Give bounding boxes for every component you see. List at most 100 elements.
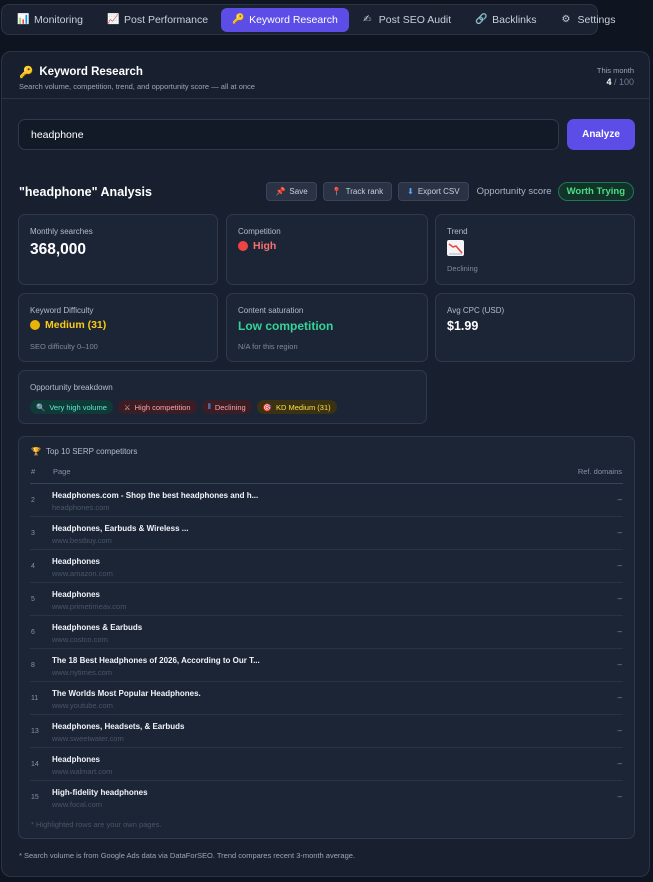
page-url: www.sweetwater.com <box>52 734 124 743</box>
cpc-value: $1.99 <box>447 319 479 333</box>
page-title-link[interactable]: Headphones, Earbuds & Wireless ... <box>52 524 188 533</box>
main-tabs: 📊 Monitoring 📈 Post Performance 🔑 Keyword Res… <box>1 4 615 35</box>
opportunity-label: Opportunity score <box>476 186 552 197</box>
page-title-link[interactable]: Headphones, Headsets, & Earbuds <box>52 722 184 731</box>
export-csv-button[interactable]: ⬇ Export CSV <box>398 182 469 201</box>
table-row[interactable]: 6 Headphones & Earbuds www.costco.com – <box>30 616 623 649</box>
tab-label: Post Performance <box>124 13 209 26</box>
ref-domains-value: – <box>617 792 622 801</box>
table-row[interactable]: 14 Headphones www.walmart.com – <box>30 748 623 781</box>
competition-label: Competition <box>238 227 281 236</box>
page-url: www.primetimeav.com <box>52 602 127 611</box>
gear-icon: ⚙ <box>561 14 571 25</box>
table-row[interactable]: 8 The 18 Best Headphones of 2026, Accordi… <box>30 649 623 682</box>
quota-label: This month <box>596 66 634 75</box>
track-rank-button[interactable]: 📍 Track rank <box>322 182 393 201</box>
tab-post-seo-audit[interactable]: ✍ Post SEO Audit <box>351 8 462 32</box>
download-icon: ⬇ <box>407 187 414 196</box>
quota-value: 4 / 100 <box>597 77 634 87</box>
table-row[interactable]: 3 Headphones, Earbuds & Wireless ... www.b… <box>30 517 623 550</box>
page-title-link[interactable]: The Worlds Most Popular Headphones. <box>52 689 201 698</box>
table-row[interactable]: 4 Headphones www.amazon.com – <box>30 550 623 583</box>
col-header-rank: # <box>31 467 36 476</box>
chip-kd: 🎯 KD Medium (31) <box>256 400 337 414</box>
chart-decreasing-icon <box>447 240 464 256</box>
monthly-searches-label: Monthly searches <box>30 227 93 236</box>
tab-label: Settings <box>577 13 616 26</box>
chip-volume: 🔍 Very high volume <box>30 400 113 414</box>
keyword-search-input[interactable]: headphone <box>18 119 559 150</box>
chip-competition: ⚔ High competition <box>117 400 197 414</box>
trophy-icon: 🏆 <box>31 447 41 456</box>
ref-domains-value: – <box>617 627 622 636</box>
export-csv-button-label: Export CSV <box>417 187 460 196</box>
page-title-link[interactable]: Headphones <box>52 557 100 566</box>
ref-domains-value: – <box>617 660 622 669</box>
quota-used: 4 <box>606 77 612 87</box>
page-url: www.focal.com <box>52 800 103 809</box>
kd-value-text: Medium (31) <box>45 319 107 331</box>
key-icon: 🔑 <box>19 67 34 79</box>
rank-number: 13 <box>31 728 39 735</box>
tab-label: Monitoring <box>34 13 84 26</box>
page-title-link[interactable]: Headphones.com - Shop the best headphone… <box>52 491 258 500</box>
serp-title: 🏆 Top 10 SERP competitors <box>31 447 137 456</box>
page-url: www.youtube.com <box>52 701 113 710</box>
chip-kd-text: KD Medium (31) <box>276 402 331 412</box>
rank-number: 5 <box>31 596 35 603</box>
location-pin-icon: 📍 <box>331 187 342 196</box>
tab-label: Keyword Research <box>249 13 338 26</box>
keyword-difficulty-card: Keyword Difficulty Medium (31) SEO diffi… <box>18 293 218 362</box>
tab-label: Backlinks <box>492 13 537 26</box>
page-title-text: Keyword Research <box>39 66 143 78</box>
save-button[interactable]: 📌 Save <box>266 182 317 201</box>
table-row[interactable]: 2 Headphones.com - Shop the best headphon… <box>30 484 623 517</box>
page-title-link[interactable]: The 18 Best Headphones of 2026, Accordin… <box>52 656 260 665</box>
page-title-link[interactable]: Headphones & Earbuds <box>52 623 142 632</box>
analysis-actions: 📌 Save 📍 Track rank ⬇ Export CSV Opportunit… <box>266 182 634 201</box>
saturation-label: Content saturation <box>238 306 304 315</box>
breakdown-label: Opportunity breakdown <box>30 383 113 392</box>
page-url: www.nytimes.com <box>52 668 113 677</box>
target-icon: 🎯 <box>262 402 273 412</box>
table-row[interactable]: 11 The Worlds Most Popular Headphones. www… <box>30 682 623 715</box>
yellow-dot-icon <box>30 320 40 330</box>
competition-value-text: High <box>253 240 277 252</box>
tab-settings[interactable]: ⚙ Settings <box>550 8 627 32</box>
magnifier-icon: 🔍 <box>36 402 46 412</box>
serp-note: * Highlighted rows are your own pages. <box>31 820 162 829</box>
content-saturation-card: Content saturation Low competition N/A f… <box>226 293 428 362</box>
tab-post-performance[interactable]: 📈 Post Performance <box>96 8 219 32</box>
competition-value: High <box>238 240 276 252</box>
analyze-button[interactable]: Analyze <box>567 119 635 150</box>
avg-cpc-card: Avg CPC (USD) $1.99 <box>435 293 635 362</box>
ref-domains-value: – <box>617 693 622 702</box>
tab-keyword-research[interactable]: 🔑 Keyword Research <box>221 7 349 32</box>
trend-label: Trend <box>447 227 468 236</box>
monthly-quota: This month 4 / 100 <box>597 66 634 87</box>
tab-backlinks[interactable]: 🔗 Backlinks <box>464 8 547 32</box>
pin-icon: 📌 <box>275 187 286 196</box>
page-url: www.walmart.com <box>52 767 113 776</box>
save-button-label: Save <box>289 187 308 196</box>
writing-hand-icon: ✍ <box>363 14 372 25</box>
page-title-link[interactable]: Headphones <box>52 590 100 599</box>
table-row[interactable]: 15 High-fidelity headphones www.focal.com – <box>30 781 623 814</box>
key-icon: 🔑 <box>232 14 245 25</box>
rank-number: 11 <box>31 695 39 702</box>
page-title-link[interactable]: High-fidelity headphones <box>52 788 148 797</box>
quota-total: / 100 <box>613 77 634 87</box>
page-title-link[interactable]: Headphones <box>52 755 100 764</box>
table-row[interactable]: 13 Headphones, Headsets, & Earbuds www.swe… <box>30 715 623 748</box>
page-subtitle: Search volume, competition, trend, and o… <box>19 82 255 91</box>
ref-domains-value: – <box>617 594 622 603</box>
page-url: www.amazon.com <box>52 569 113 578</box>
rank-number: 8 <box>31 662 35 669</box>
chart-icon: 📊 <box>17 14 30 25</box>
trend-value: Declining <box>447 264 478 273</box>
table-row[interactable]: 5 Headphones www.primetimeav.com – <box>30 583 623 616</box>
tab-monitoring[interactable]: 📊 Monitoring <box>6 8 94 32</box>
keyword-research-panel: 🔑 Keyword Research Search volume, compet… <box>1 51 650 877</box>
monthly-searches-card: Monthly searches 368,000 <box>18 214 218 285</box>
saturation-value: Low competition <box>238 319 334 333</box>
